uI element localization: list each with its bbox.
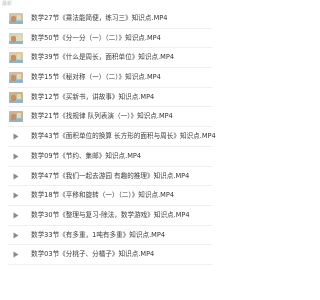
file-name[interactable]: 数学15节《秘对称（一）（二）》知识点.MP4 bbox=[31, 68, 161, 88]
play-icon[interactable] bbox=[9, 249, 23, 260]
file-name[interactable]: 数学27节《乘法能简便，练习三》知识点.MP4 bbox=[31, 9, 167, 29]
file-name[interactable]: 数学09节《节约、集邮》知识点.MP4 bbox=[31, 147, 141, 167]
file-row[interactable]: 数学12节《买新书，讲故事》知识点.MP4 bbox=[0, 88, 222, 108]
play-icon[interactable] bbox=[9, 230, 23, 241]
file-row[interactable]: 数学15节《秘对称（一）（二）》知识点.MP4 bbox=[0, 68, 222, 88]
file-row[interactable]: 数学18节《平移和旋转（一）（二）》知识点.MP4 bbox=[0, 186, 222, 206]
file-name[interactable]: 数学18节《平移和旋转（一）（二）》知识点.MP4 bbox=[31, 186, 174, 206]
file-name[interactable]: 数学43节《面积单位的换算 长方形的面积与周长》知识点.MP4 bbox=[31, 127, 216, 147]
video-thumbnail-icon[interactable] bbox=[9, 32, 23, 44]
play-icon[interactable] bbox=[9, 190, 23, 201]
file-name[interactable]: 数学03节《分桃子、分橘子》知识点.MP4 bbox=[31, 245, 154, 265]
file-row[interactable]: 数学03节《分桃子、分橘子》知识点.MP4 bbox=[0, 245, 222, 265]
play-icon[interactable] bbox=[9, 210, 23, 221]
file-name[interactable]: 数学21节《找规律 队列表演（一）》知识点.MP4 bbox=[31, 107, 173, 127]
file-name[interactable]: 数学50节《分一分（一）（二）》知识点.MP4 bbox=[31, 29, 161, 49]
video-thumbnail-icon[interactable] bbox=[9, 13, 23, 24]
play-icon[interactable] bbox=[9, 151, 23, 162]
file-row[interactable]: 数学47节《我们一起去游园 有趣的推理》知识点.MP4 bbox=[0, 167, 222, 187]
file-row[interactable]: 数学39节《什么是周长，面积单位》知识点.MP4 bbox=[0, 48, 222, 68]
file-name[interactable]: 数学47节《我们一起去游园 有趣的推理》知识点.MP4 bbox=[31, 167, 189, 187]
play-icon[interactable] bbox=[9, 171, 23, 182]
play-icon[interactable] bbox=[9, 131, 23, 142]
video-thumbnail-icon[interactable] bbox=[9, 72, 23, 84]
file-list: 数学27节《乘法能简便，练习三》知识点.MP4 数学50节《分一分（一）（二）》知… bbox=[0, 9, 222, 265]
file-row[interactable]: 数学27节《乘法能简便，练习三》知识点.MP4 bbox=[0, 9, 222, 29]
file-name[interactable]: 数学33节《有多重，1吨有多重》知识点.MP4 bbox=[31, 226, 165, 246]
file-row[interactable]: 数学21节《找规律 队列表演（一）》知识点.MP4 bbox=[0, 107, 222, 127]
file-row[interactable]: 数学30节《整理与复习-除法，数学游戏》知识点.MP4 bbox=[0, 206, 222, 226]
file-row[interactable]: 数学33节《有多重，1吨有多重》知识点.MP4 bbox=[0, 226, 222, 246]
file-name[interactable]: 数学12节《买新书，讲故事》知识点.MP4 bbox=[31, 88, 154, 108]
file-row[interactable]: 数学43节《面积单位的换算 长方形的面积与周长》知识点.MP4 bbox=[0, 127, 222, 147]
file-row[interactable]: 数学50节《分一分（一）（二）》知识点.MP4 bbox=[0, 29, 222, 49]
video-thumbnail-icon[interactable] bbox=[9, 111, 23, 123]
file-browser: 最新 数学27节《乘法能简便，练习三》知识点.MP4 数学50节《分一分（一）（二… bbox=[0, 0, 222, 300]
file-row[interactable]: 数学09节《节约、集邮》知识点.MP4 bbox=[0, 147, 222, 167]
file-name[interactable]: 数学30节《整理与复习-除法，数学游戏》知识点.MP4 bbox=[31, 206, 190, 226]
video-thumbnail-icon[interactable] bbox=[9, 91, 23, 103]
section-label: 最新 bbox=[2, 1, 13, 7]
video-thumbnail-icon[interactable] bbox=[9, 52, 23, 64]
file-name[interactable]: 数学39节《什么是周长，面积单位》知识点.MP4 bbox=[31, 48, 174, 68]
